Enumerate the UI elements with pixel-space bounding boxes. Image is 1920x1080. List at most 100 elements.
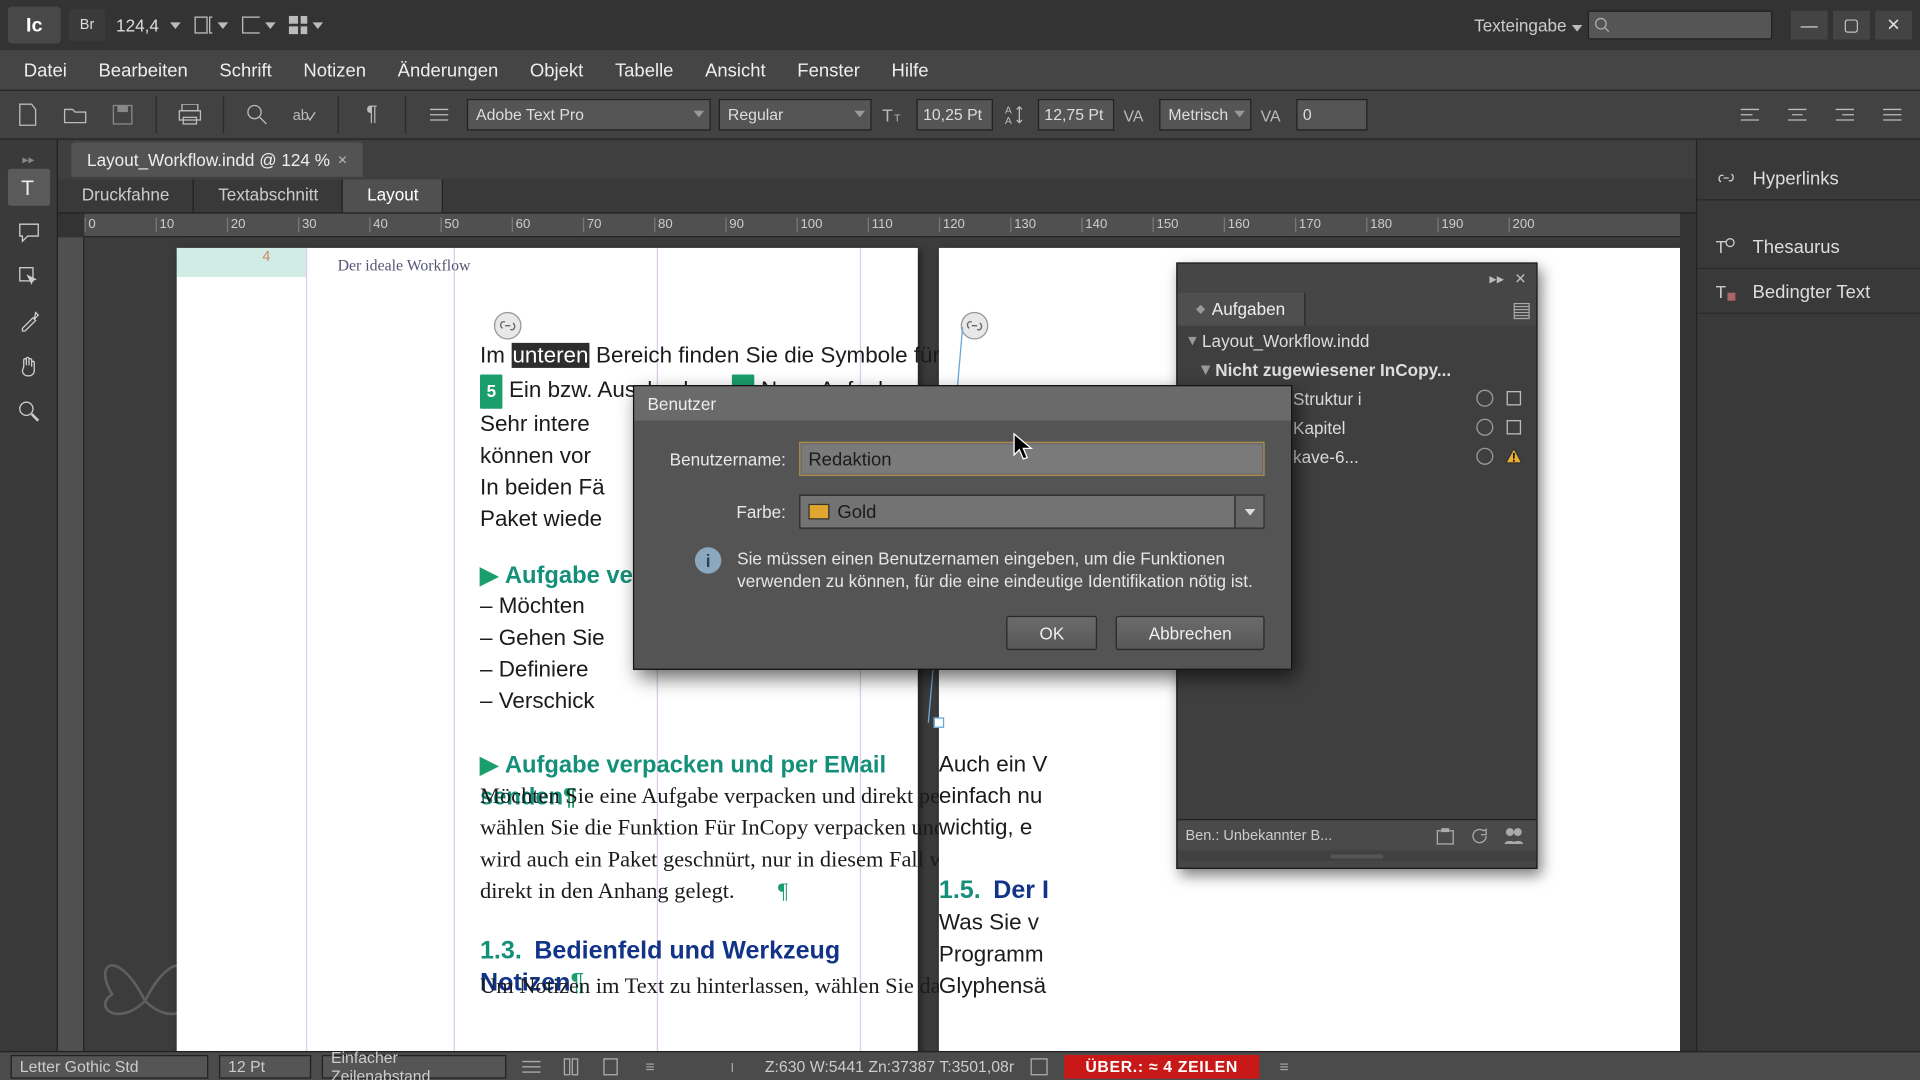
- panel-close-icon[interactable]: ✕: [1510, 269, 1531, 287]
- maximize-button[interactable]: ▢: [1833, 11, 1870, 40]
- view-options-icon[interactable]: [193, 8, 227, 42]
- port-handle[interactable]: [934, 717, 945, 728]
- users-icon[interactable]: [1499, 824, 1528, 848]
- view-tab-story[interactable]: Textabschnitt: [194, 179, 343, 212]
- print-icon[interactable]: [170, 96, 210, 133]
- align-justify-icon[interactable]: [1873, 96, 1913, 133]
- status-spacing[interactable]: Einfacher Zeilenabstand: [322, 1054, 507, 1078]
- menu-aenderungen[interactable]: Änderungen: [384, 54, 511, 86]
- font-size-input[interactable]: 10,25 Pt: [916, 99, 992, 131]
- status-size[interactable]: 12 Pt: [219, 1054, 311, 1078]
- link-status-icon: [1473, 446, 1497, 467]
- workspace-switcher[interactable]: Texteingabe: [1474, 15, 1566, 35]
- status-font[interactable]: Letter Gothic Std: [11, 1054, 209, 1078]
- close-button[interactable]: ✕: [1875, 11, 1912, 40]
- svg-text:A: A: [1005, 104, 1012, 116]
- document-tab[interactable]: Layout_Workflow.indd @ 124 %×: [71, 142, 363, 176]
- view-tab-layout[interactable]: Layout: [343, 179, 443, 212]
- find-icon[interactable]: [237, 96, 277, 133]
- bridge-button[interactable]: Br: [69, 9, 106, 41]
- app-icon: Ic: [8, 7, 61, 44]
- hand-tool[interactable]: [7, 348, 49, 385]
- type-tool[interactable]: T: [7, 169, 49, 206]
- font-size-icon: TT: [880, 100, 909, 129]
- sep-icon: ≡: [636, 1057, 665, 1075]
- lines-icon[interactable]: [517, 1058, 546, 1074]
- tracking-input[interactable]: 0: [1296, 99, 1367, 131]
- dialog-info-text: Sie müssen einen Benutzernamen eingeben,…: [737, 547, 1264, 592]
- align-right-icon[interactable]: [1825, 96, 1865, 133]
- menu-hilfe[interactable]: Hilfe: [878, 54, 941, 86]
- menu-notizen[interactable]: Notizen: [290, 54, 379, 86]
- menu-ansicht[interactable]: Ansicht: [692, 54, 779, 86]
- update-content-icon[interactable]: [1431, 824, 1460, 848]
- panel-menu-icon[interactable]: ▤: [1507, 293, 1536, 326]
- tree-group[interactable]: ▾Nicht zugewiesener InCopy...: [1178, 355, 1537, 384]
- screen-mode-icon[interactable]: [241, 8, 275, 42]
- menu-schrift[interactable]: Schrift: [206, 54, 285, 86]
- align-left-icon[interactable]: [1730, 96, 1770, 133]
- panel-thesaurus[interactable]: TThesaurus: [1697, 224, 1920, 269]
- view-tab-galley[interactable]: Druckfahne: [58, 179, 194, 212]
- panel-conditional-text[interactable]: TBedingter Text: [1697, 269, 1920, 314]
- zoom-tool[interactable]: [7, 393, 49, 430]
- heading: Aufgabe ve: [505, 562, 633, 588]
- spellcheck-icon[interactable]: ab: [285, 96, 325, 133]
- running-header: Der ideale Workflow: [338, 249, 471, 281]
- menu-fenster[interactable]: Fenster: [784, 54, 873, 86]
- panel-hyperlinks[interactable]: Hyperlinks: [1697, 156, 1920, 201]
- leading-input[interactable]: 12,75 Pt: [1038, 99, 1114, 131]
- checkout-icon[interactable]: [1502, 417, 1526, 438]
- svg-text:ab: ab: [293, 108, 309, 124]
- kerning-icon: VA: [1122, 100, 1151, 129]
- panel-resize-grip[interactable]: [1178, 851, 1537, 862]
- link-icon: [1713, 164, 1739, 190]
- panel-collapse-icon[interactable]: ▸▸: [1486, 269, 1507, 287]
- menu-datei[interactable]: Datei: [11, 54, 80, 86]
- save-icon[interactable]: [103, 96, 143, 133]
- text-anchor-icon: [960, 311, 992, 343]
- color-swatch: [808, 504, 829, 520]
- leading-icon: AA: [1001, 100, 1030, 129]
- align-center-icon[interactable]: [1778, 96, 1818, 133]
- col-number: 4: [262, 249, 270, 265]
- zoom-level[interactable]: 124,4: [116, 15, 159, 35]
- column2-icon[interactable]: [596, 1057, 625, 1075]
- menu-tabelle[interactable]: Tabelle: [602, 54, 687, 86]
- overflow-menu-icon[interactable]: ≡: [1270, 1057, 1299, 1075]
- tree-root[interactable]: ▾Layout_Workflow.indd: [1178, 326, 1537, 355]
- user-status: Ben.: Unbekannter B...: [1185, 827, 1332, 843]
- menu-bar: Datei Bearbeiten Schrift Notizen Änderun…: [0, 50, 1920, 90]
- refresh-icon[interactable]: [1465, 824, 1494, 848]
- copyfit-icon[interactable]: [1025, 1057, 1054, 1075]
- panel-tab-aufgaben[interactable]: ◆Aufgaben: [1178, 293, 1305, 326]
- dropdown-arrow-icon[interactable]: [1234, 496, 1263, 528]
- search-field[interactable]: [1588, 11, 1773, 40]
- status-bar: Letter Gothic Std 12 Pt Einfacher Zeilen…: [0, 1051, 1920, 1080]
- cancel-button[interactable]: Abbrechen: [1116, 616, 1265, 650]
- show-hidden-icon[interactable]: ¶: [352, 96, 392, 133]
- eyedropper-tool[interactable]: [7, 303, 49, 340]
- ok-button[interactable]: OK: [1007, 616, 1098, 650]
- close-tab-icon[interactable]: ×: [338, 150, 347, 168]
- username-input[interactable]: [799, 442, 1264, 476]
- para-format-icon[interactable]: [419, 96, 459, 133]
- open-icon[interactable]: [55, 96, 95, 133]
- user-dialog: Benutzer Benutzername: Farbe: Gold i Sie…: [633, 385, 1292, 670]
- menu-objekt[interactable]: Objekt: [517, 54, 597, 86]
- chevron-down-icon[interactable]: [170, 22, 181, 29]
- minimize-button[interactable]: —: [1791, 11, 1828, 40]
- new-file-icon[interactable]: [8, 96, 48, 133]
- svg-text:!: !: [1512, 451, 1516, 465]
- kerning-select[interactable]: Metrisch: [1159, 99, 1251, 131]
- column-icon[interactable]: [556, 1057, 585, 1075]
- checkout-icon[interactable]: [1502, 388, 1526, 409]
- font-family-select[interactable]: Adobe Text Pro: [467, 99, 711, 131]
- font-style-select[interactable]: Regular: [719, 99, 872, 131]
- menu-bearbeiten[interactable]: Bearbeiten: [85, 54, 201, 86]
- position-tool[interactable]: [7, 258, 49, 295]
- arrange-icon[interactable]: [288, 8, 322, 42]
- note-tool[interactable]: [7, 214, 49, 251]
- svg-text:T: T: [20, 177, 33, 199]
- color-select[interactable]: Gold: [799, 495, 1264, 529]
